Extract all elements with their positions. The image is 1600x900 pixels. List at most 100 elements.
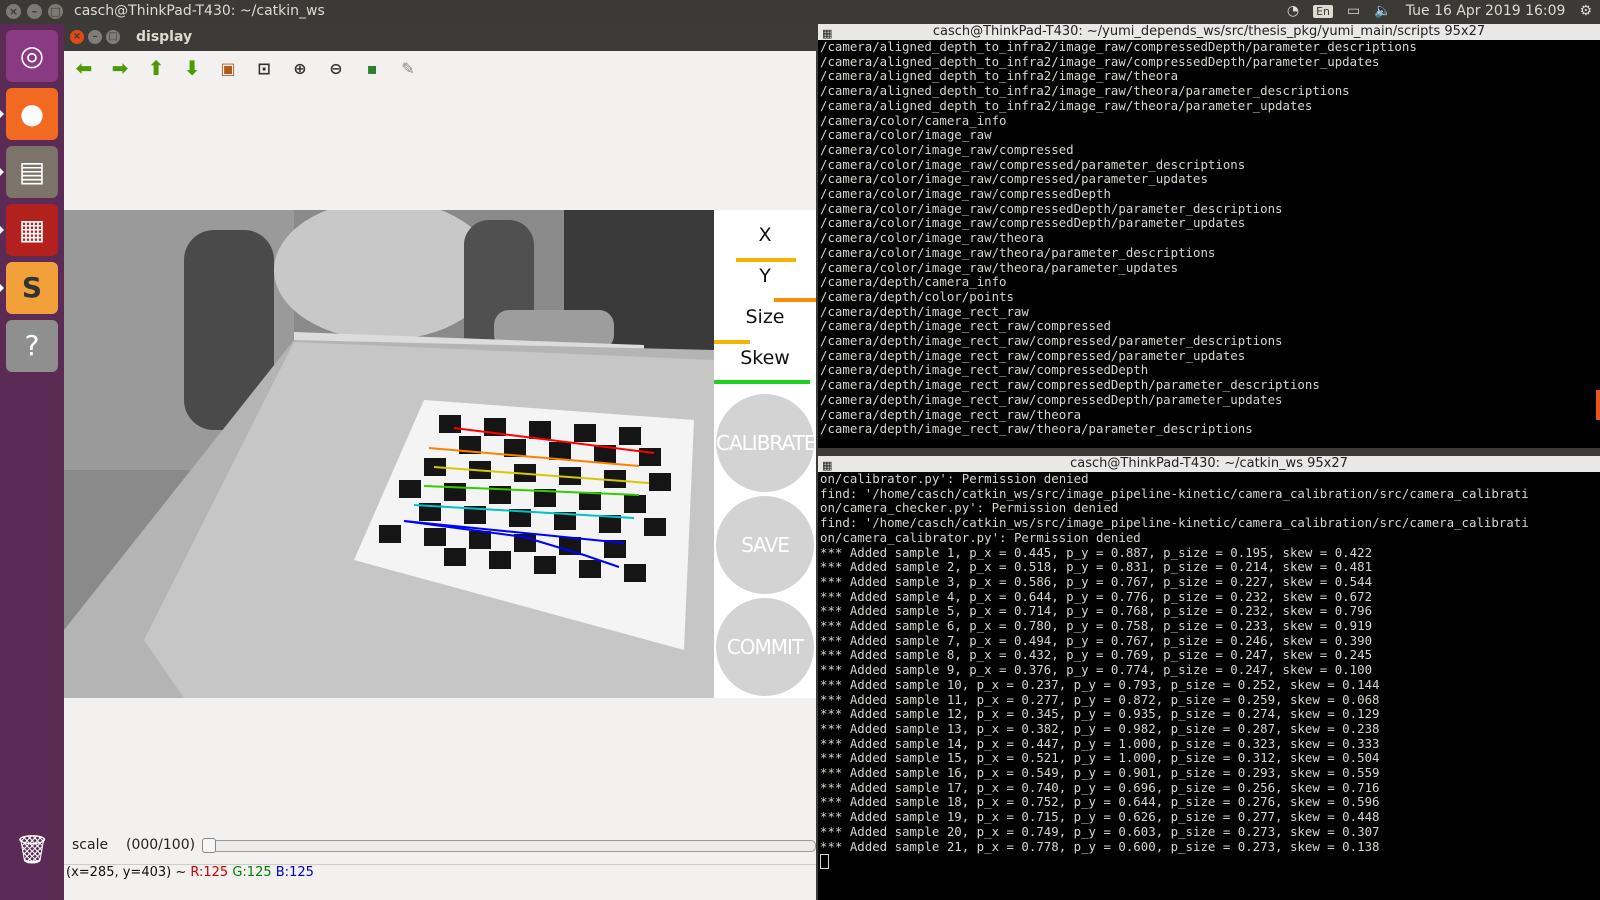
active-window-title: casch@ThinkPad-T430: ~/catkin_ws [74,3,325,19]
terminal-line: /camera/color/image_raw/theora [820,230,1044,246]
terminal-line: /camera/depth/camera_info [820,274,1007,290]
terminal-calibration[interactable]: ▦ casch@ThinkPad-T430: ~/catkin_ws 95x27… [818,456,1600,900]
maximize-button[interactable]: □ [106,30,120,44]
image-canvas[interactable]: X Y Size Skew CALIBRATE SAVE COMMIT [64,210,816,698]
scale-value: (000/100) [126,837,196,853]
scale-slider-handle[interactable] [202,838,216,853]
y-label: Y [759,265,771,287]
pan-right-button[interactable]: ➡ [106,54,134,82]
battery-icon[interactable]: ▭ [1347,3,1360,19]
status-bar: (x=285, y=403) ~ R:125 G:125 B:125 [64,864,816,885]
save-image-icon: ▪ [366,58,378,78]
terminal-line: *** Added sample 4, p_x = 0.644, p_y = 0… [820,588,1373,604]
terminal-line: /camera/color/image_raw/compressedDepth/… [820,215,1246,231]
size-progress-bar [714,340,750,344]
x-label: X [758,224,772,246]
terminal-line: *** Added sample 9, p_x = 0.376, p_y = 0… [820,662,1373,678]
wifi-icon[interactable]: ◔ [1287,3,1299,19]
zoom-fit-icon: ▣ [220,58,236,78]
ubuntu-dash-icon: ◎ [19,39,45,72]
terminal-line: /camera/color/image_raw/compressed/param… [820,171,1208,187]
terminal-topics[interactable]: ▦ casch@ThinkPad-T430: ~/yumi_depends_ws… [818,24,1600,448]
help-icon: ? [24,329,40,362]
calibration-side-panel: X Y Size Skew CALIBRATE SAVE COMMIT [714,210,816,698]
zoom-out-button[interactable]: ⊖ [322,54,350,82]
launcher: ◎ ● ▤ ▦ S ? 🗑 [0,24,64,900]
terminal-line: /camera/color/image_raw/compressed/param… [820,156,1246,172]
launcher-item-firefox[interactable]: ● [6,88,58,140]
y-progress-bar [774,298,816,302]
terminal-line: *** Added sample 17, p_x = 0.740, p_y = … [820,779,1380,795]
settings-gear-icon[interactable]: ⚙ [1579,3,1592,19]
indicator-area: ◔ En ▭ 🔈 Tue 16 Apr 2019 16:09 ⚙ [1287,3,1592,19]
terminal-line: on/camera_checker.py': Permission denied [820,500,1119,516]
terminal-line: /camera/aligned_depth_to_infra2/image_ra… [820,53,1380,69]
terminal-line: *** Added sample 3, p_x = 0.586, p_y = 0… [820,573,1373,589]
terminal-line: /camera/depth/image_rect_raw/compressed/… [820,333,1283,349]
terminal-line: /camera/color/camera_info [820,112,1007,128]
camera-view [64,210,714,698]
launcher-item-sublime[interactable]: S [6,262,58,314]
pan-left-button[interactable]: ⬅ [70,54,98,82]
launcher-item-remmina[interactable]: ▦ [6,204,58,256]
terminal-line: find: '/home/casch/catkin_ws/src/image_p… [820,485,1529,501]
terminal-scroll-indicator[interactable] [1596,390,1600,420]
terminal-line: /camera/aligned_depth_to_infra2/image_ra… [820,68,1179,84]
pan-down-button[interactable]: ⬇ [178,54,206,82]
terminal-line: /camera/depth/image_rect_raw/compressed/… [820,347,1246,363]
terminal-output[interactable]: on/calibrator.py': Permission denied find… [820,472,1596,870]
properties-button[interactable]: ✎ [394,54,422,82]
minimize-button[interactable]: – [88,30,102,44]
terminal-cursor [820,854,829,870]
commit-button[interactable]: COMMIT [716,598,814,696]
calibrate-button[interactable]: CALIBRATE [716,394,816,492]
sublime-text-icon: S [21,271,43,304]
green-value: G:125 [232,865,272,880]
terminal-line: /camera/color/image_raw/theora/parameter… [820,259,1179,275]
close-window-button[interactable]: × [6,4,21,19]
terminal-line: /camera/depth/color/points [820,288,1014,304]
cursor-position: (x=285, y=403) ~ [66,865,187,880]
terminal-line: /camera/depth/image_rect_raw/theora/para… [820,421,1253,437]
terminal-line: /camera/aligned_depth_to_infra2/image_ra… [820,40,1417,54]
launcher-item-help[interactable]: ? [6,320,58,372]
volume-icon[interactable]: 🔈 [1374,3,1391,19]
zoom-region-icon: ⊡ [257,58,271,78]
terminal-line: *** Added sample 21, p_x = 0.778, p_y = … [820,838,1380,854]
terminal-line: /camera/depth/image_rect_raw/compressed [820,318,1111,334]
pan-left-icon: ⬅ [75,56,93,80]
pan-up-icon: ⬆ [147,56,165,80]
zoom-fit-button[interactable]: ▣ [214,54,242,82]
terminal-line: /camera/color/image_raw/compressed [820,141,1074,157]
zoom-region-button[interactable]: ⊡ [250,54,278,82]
terminal-line: *** Added sample 5, p_x = 0.714, p_y = 0… [820,603,1373,619]
close-button[interactable]: × [70,30,84,44]
display-titlebar: × – □ display [64,24,816,51]
terminal-prompt-line[interactable] [820,854,1596,870]
scale-slider[interactable] [202,840,816,852]
terminal-line: /camera/aligned_depth_to_infra2/image_ra… [820,83,1350,99]
size-label: Size [745,306,785,328]
launcher-item-files[interactable]: ▤ [6,146,58,198]
terminal-line: /camera/depth/image_rect_raw [820,303,1029,319]
terminal-line: *** Added sample 19, p_x = 0.715, p_y = … [820,809,1380,825]
launcher-item-dash[interactable]: ◎ [6,30,58,82]
keyboard-layout-indicator[interactable]: En [1313,4,1334,18]
terminal-line: *** Added sample 15, p_x = 0.521, p_y = … [820,750,1380,766]
minimize-window-button[interactable]: – [27,4,42,19]
terminal-line: *** Added sample 6, p_x = 0.780, p_y = 0… [820,618,1373,634]
terminal-line: /camera/color/image_raw/theora/parameter… [820,244,1216,260]
maximize-window-button[interactable]: □ [48,4,63,19]
save-button[interactable]: SAVE [716,496,814,594]
save-image-button[interactable]: ▪ [358,54,386,82]
pan-up-button[interactable]: ⬆ [142,54,170,82]
properties-icon: ✎ [401,58,415,78]
blue-value: B:125 [275,865,314,880]
launcher-item-trash[interactable]: 🗑 [6,824,58,876]
terminal-output[interactable]: /camera/aligned_depth_to_infra2/image_ra… [820,40,1596,437]
zoom-in-button[interactable]: ⊕ [286,54,314,82]
pan-right-icon: ➡ [111,56,129,80]
zoom-in-icon: ⊕ [293,58,307,78]
trash-icon: 🗑 [14,833,50,866]
clock[interactable]: Tue 16 Apr 2019 16:09 [1406,3,1566,19]
